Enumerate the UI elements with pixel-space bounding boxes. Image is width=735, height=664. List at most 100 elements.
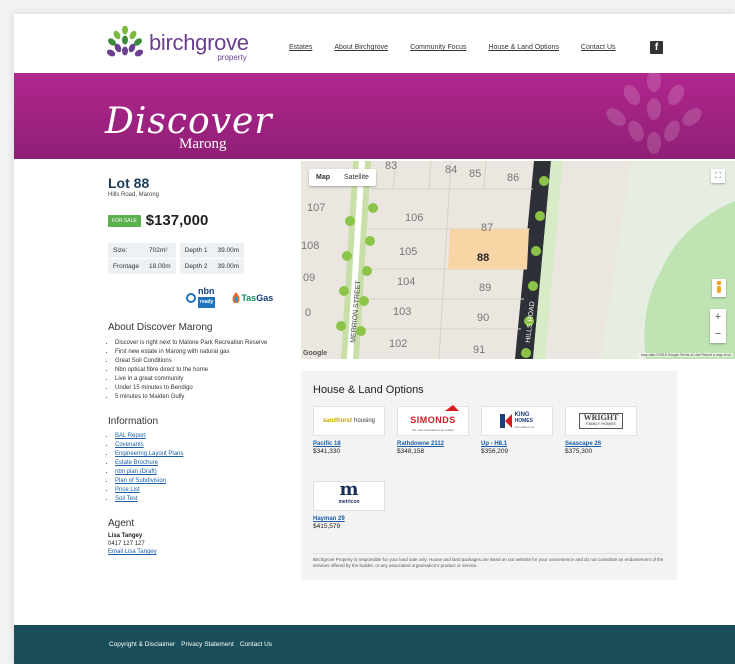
builder-option[interactable]: KING HOMES Life starts here Up - H8.1 $3… — [481, 406, 553, 455]
option-name-link[interactable]: Pacific 18 — [313, 441, 385, 447]
builder-option[interactable]: sandhurst housing Pacific 18 $341,330 — [313, 406, 385, 455]
leaf-watermark-icon — [606, 73, 702, 154]
about-item: Live in a great community — [115, 375, 288, 384]
spec-value: 702m² — [144, 243, 176, 259]
nav-about[interactable]: About Birchgrove — [334, 44, 388, 51]
facebook-icon[interactable]: f — [650, 41, 663, 54]
option-name-link[interactable]: Rathdowne 2112 — [397, 441, 469, 447]
pegman-icon[interactable] — [712, 279, 726, 297]
sandhurst-text-a: sandhurst — [322, 418, 352, 424]
tasgas-text-b: Gas — [256, 292, 274, 303]
bal-report-link[interactable]: BAL Report — [115, 433, 146, 439]
footer-privacy-link[interactable]: Privacy Statement — [181, 641, 234, 648]
spec-value: 39.00m — [212, 243, 245, 259]
logo-sub: property — [217, 53, 247, 62]
metricon-logo[interactable]: m metricon — [313, 481, 385, 511]
footer-contact-link[interactable]: Contact Us — [240, 641, 272, 648]
house-land-heading: House & Land Options — [313, 384, 424, 396]
about-item: Under 15 minutes to Bendigo — [115, 384, 288, 393]
agent-heading: Agent — [108, 518, 135, 529]
price-list-link[interactable]: Price List — [115, 487, 140, 493]
spec-label: Depth 2 — [179, 258, 213, 275]
nbn-plan-link[interactable]: nbn plan (Draft) — [115, 469, 157, 475]
lot-label: 107 — [307, 202, 325, 214]
info-link-item: Plan of Subdivision — [115, 477, 288, 486]
option-name-link[interactable]: Hayman 29 — [313, 516, 385, 522]
map-type-toggle: Map Satellite — [309, 169, 376, 186]
builder-option[interactable]: SIMONDS the most awarded home builder Ra… — [397, 405, 469, 455]
plan-of-subdivision-link[interactable]: Plan of Subdivision — [115, 478, 166, 484]
tasgas-flame-icon — [232, 291, 240, 303]
simonds-logo[interactable]: SIMONDS the most awarded home builder — [397, 405, 469, 436]
divider — [313, 553, 663, 554]
lot-label: 108 — [301, 240, 319, 252]
nbn-text: nbn — [198, 286, 215, 296]
footer-copyright-link[interactable]: Copyright & Disclaimer — [109, 641, 175, 648]
soil-test-link[interactable]: Soil Test — [115, 496, 138, 502]
simonds-tagline: the most awarded home builder — [411, 428, 455, 432]
covenants-link[interactable]: Covenants — [115, 442, 144, 448]
about-heading: About Discover Marong — [108, 322, 213, 333]
lot-label: 89 — [479, 282, 491, 294]
about-item: First new estate in Marong with natural … — [115, 348, 288, 357]
nbn-swirl-icon — [186, 292, 196, 303]
engineering-plans-link[interactable]: Engineering Layout Plans — [115, 451, 183, 457]
option-name-link[interactable]: Seascape 26 — [565, 441, 637, 447]
builder-option[interactable]: m metricon Hayman 29 $415,579 — [313, 481, 385, 530]
option-price: $375,300 — [565, 448, 593, 455]
spec-value: 18.00m — [144, 258, 176, 275]
nbn-ready-text: ready — [198, 297, 216, 308]
info-link-item: Covenants — [115, 441, 288, 450]
zoom-out-button[interactable]: − — [710, 326, 726, 343]
lot-label: 105 — [399, 246, 417, 258]
nav-community[interactable]: Community Focus — [410, 44, 466, 51]
option-price: $341,330 — [313, 448, 341, 455]
birchgrove-logo[interactable]: birchgrove property — [107, 26, 249, 62]
tasgas-logo: Tas Gas — [231, 291, 274, 304]
google-logo: Google — [303, 350, 328, 357]
lot-label: 0 — [305, 307, 311, 319]
lot-label: 86 — [507, 172, 519, 184]
nav-estates[interactable]: Estates — [289, 44, 312, 51]
option-name-link[interactable]: Up - H8.1 — [481, 441, 553, 447]
nav-contact[interactable]: Contact Us — [581, 44, 616, 51]
map-tab-satellite[interactable]: Satellite — [337, 169, 376, 186]
lot-label: 102 — [389, 338, 407, 350]
sandhurst-logo[interactable]: sandhurst housing — [313, 406, 385, 436]
site-header: birchgrove property Estates About Birchg… — [14, 14, 735, 73]
banner-subtitle: Marong — [179, 136, 227, 152]
pegman-figure-icon — [716, 280, 722, 293]
wright-homes-logo[interactable]: WRIGHT FAMILY HOMES — [565, 406, 637, 436]
lot-label: 106 — [405, 212, 423, 224]
specs-table-left: Size: 702m² Frontage 18.00m — [108, 243, 176, 275]
spec-label: Frontage — [108, 258, 145, 275]
simonds-mark: SIMONDS — [410, 405, 459, 428]
map-canvas[interactable]: 83 84 85 86 107 106 87 108 105 88 09 104… — [301, 161, 735, 359]
map-credits[interactable]: Map data ©2018 Google Terms of Use Repor… — [638, 353, 733, 357]
nav-house-land[interactable]: House & Land Options — [488, 44, 558, 51]
spec-row: Depth 2 39.00m — [179, 258, 245, 275]
info-link-item: Price List — [115, 486, 288, 495]
lot-label: 83 — [385, 161, 397, 172]
metricon-m: m — [339, 479, 359, 500]
partner-logos: nbn ready Tas Gas — [186, 287, 288, 308]
fullscreen-icon[interactable]: ⛶ — [711, 169, 725, 183]
info-link-item: nbn plan (Draft) — [115, 468, 288, 477]
estate-brochure-link[interactable]: Estate Brochure — [115, 460, 158, 466]
option-price: $356,209 — [481, 448, 509, 455]
information-links: BAL Report Covenants Engineering Layout … — [108, 432, 288, 504]
hero-banner: Discover Marong — [14, 73, 735, 159]
map-tab-map[interactable]: Map — [309, 169, 337, 186]
lot-label: 09 — [303, 272, 315, 284]
simonds-roof-icon — [444, 405, 459, 411]
lot-map[interactable]: 83 84 85 86 107 106 87 108 105 88 09 104… — [301, 161, 735, 359]
main-nav: Estates About Birchgrove Community Focus… — [289, 44, 638, 51]
zoom-in-button[interactable]: + — [710, 309, 726, 326]
builder-option[interactable]: WRIGHT FAMILY HOMES Seascape 26 $375,300 — [565, 406, 637, 455]
info-link-item: Estate Brochure — [115, 459, 288, 468]
main-content: Lot 88 Hills Road, Marong FOR SALE $137,… — [14, 159, 735, 625]
metricon-text: metricon — [338, 499, 360, 505]
info-link-item: Soil Test — [115, 495, 288, 504]
agent-email-link[interactable]: Email Lisa Tangey — [108, 549, 288, 555]
king-homes-logo[interactable]: KING HOMES Life starts here — [481, 406, 553, 436]
